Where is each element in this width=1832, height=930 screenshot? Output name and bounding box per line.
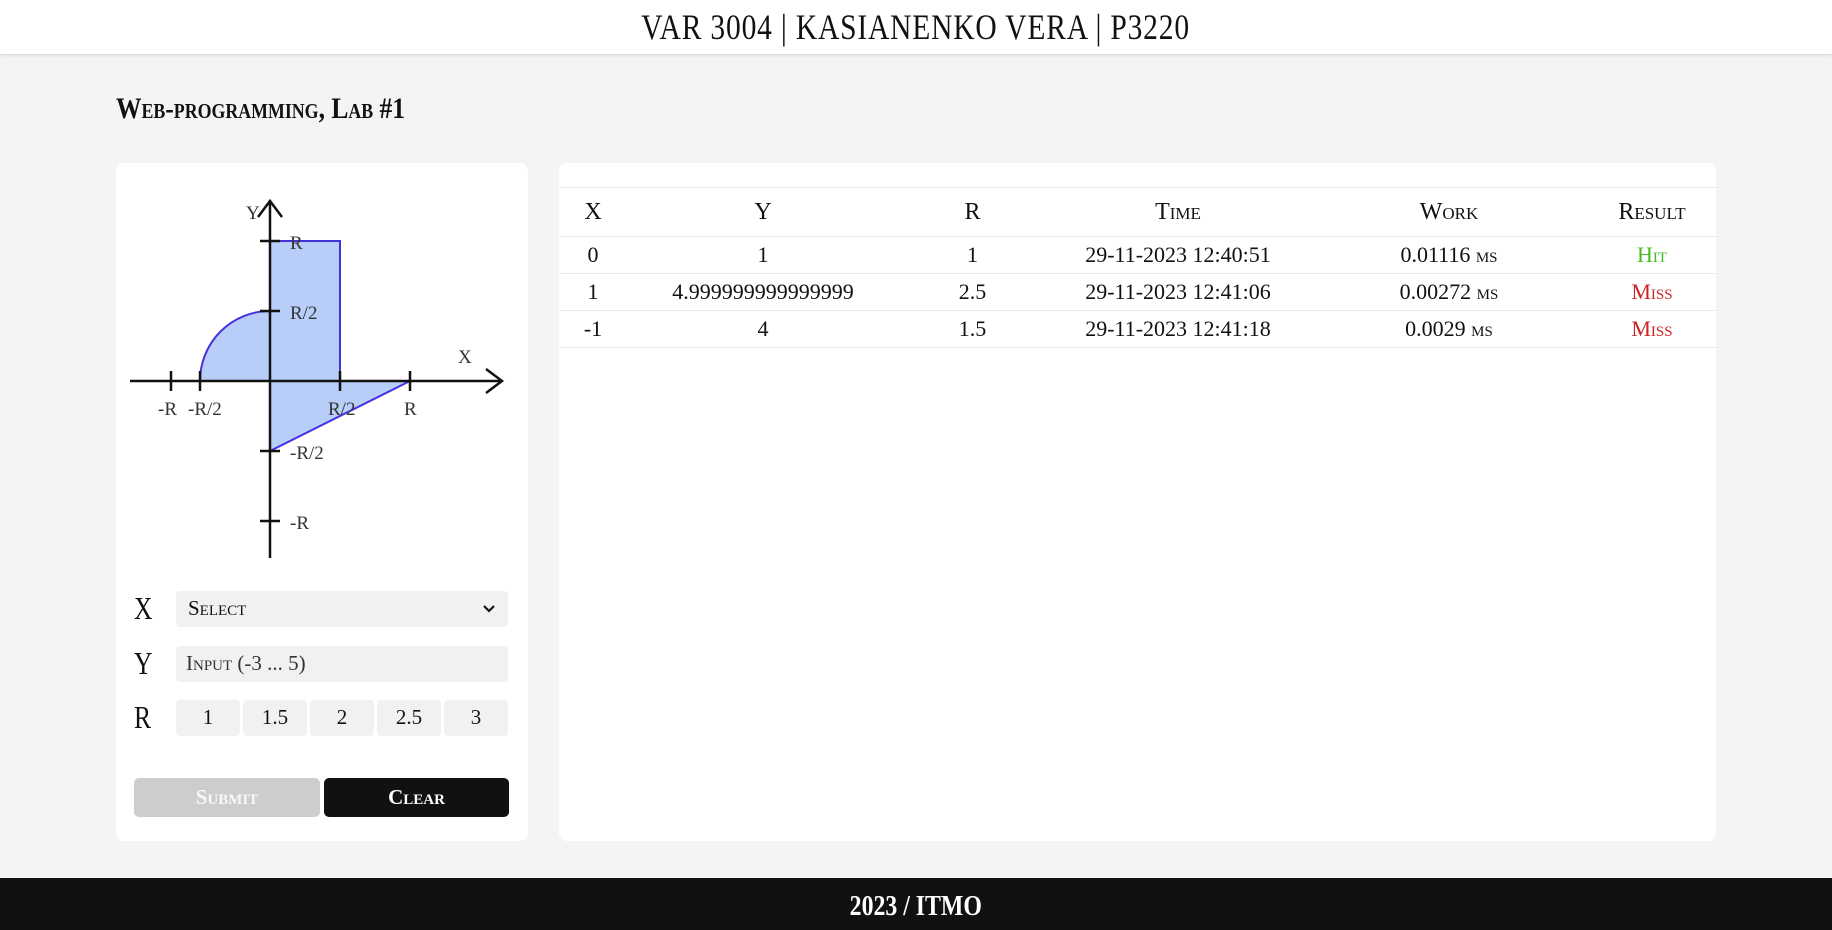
column-header-x: X [559, 187, 627, 237]
y-field-row: Y [134, 645, 508, 682]
cell-time: 29-11-2023 12:41:06 [1046, 273, 1310, 311]
column-header-work: Work [1310, 187, 1588, 237]
r-option-button[interactable]: 1.5 [243, 699, 307, 736]
x-tick-label-half-r: R/2 [328, 399, 355, 420]
x-tick-label-neg-half-r: -R/2 [188, 399, 222, 420]
chevron-down-icon [483, 604, 495, 613]
r-option-button[interactable]: 2 [310, 699, 374, 736]
cell-time: 29-11-2023 12:41:18 [1046, 310, 1310, 348]
y-tick-label-neg-half-r: -R/2 [290, 443, 324, 464]
r-field-row: R 1 1.5 2 2.5 3 [134, 699, 508, 736]
cell-time: 29-11-2023 12:40:51 [1046, 236, 1310, 274]
lab-title: Web-programming, Lab #1 [116, 92, 405, 125]
r-option-button[interactable]: 2.5 [377, 699, 441, 736]
table-header-row: X Y R Time Work Result [559, 187, 1716, 237]
submit-button[interactable]: Submit [134, 778, 320, 817]
column-header-result: Result [1588, 187, 1716, 237]
cell-r: 1.5 [899, 310, 1046, 348]
cell-r: 2.5 [899, 273, 1046, 311]
results-panel: X Y R Time Work Result 0 1 1 29-11-2023 … [559, 163, 1716, 841]
y-input[interactable] [176, 645, 508, 682]
r-field-label: R [134, 699, 152, 735]
results-table: X Y R Time Work Result 0 1 1 29-11-2023 … [559, 187, 1716, 348]
work-value: 0.0029 [1405, 316, 1466, 341]
cell-r: 1 [899, 236, 1046, 274]
cell-y: 4.999999999999999 [627, 273, 899, 311]
table-row: -1 4 1.5 29-11-2023 12:41:18 0.0029 ms M… [559, 310, 1716, 348]
x-tick-label-r: R [404, 399, 417, 420]
r-button-group: 1 1.5 2 2.5 3 [176, 699, 508, 736]
work-unit: ms [1475, 242, 1498, 267]
r-option-button[interactable]: 1 [176, 699, 240, 736]
hit-area [198, 240, 411, 453]
page-footer: 2023 / ITMO [0, 878, 1832, 930]
x-select[interactable]: Select [176, 590, 508, 627]
x-select-value: Select [188, 596, 247, 620]
input-panel: Y X -R -R/2 R/2 R R R/2 -R/2 -R X Select… [116, 163, 528, 841]
cell-work: 0.00272 ms [1310, 273, 1588, 311]
cell-y: 4 [627, 310, 899, 348]
work-unit: ms [1471, 316, 1493, 341]
x-field-row: X Select [134, 590, 508, 627]
cell-x: -1 [559, 310, 627, 348]
area-quarter-circle [198, 309, 271, 382]
y-tick-label-half-r: R/2 [290, 303, 317, 324]
work-value: 0.01116 [1400, 242, 1471, 267]
page-header: VAR 3004 | KASIANENKO VERA | P3220 [0, 0, 1832, 55]
form-actions: Submit Clear [134, 778, 509, 817]
y-tick-label-neg-r: -R [290, 513, 309, 534]
cell-result: Miss [1588, 273, 1716, 311]
cell-work: 0.01116 ms [1310, 236, 1588, 274]
x-field-label: X [134, 590, 153, 626]
r-option-button[interactable]: 3 [444, 699, 508, 736]
y-axis-label: Y [246, 203, 260, 224]
work-value: 0.00272 [1399, 279, 1472, 304]
cell-x: 0 [559, 236, 627, 274]
cell-work: 0.0029 ms [1310, 310, 1588, 348]
cell-result: Hit [1588, 236, 1716, 274]
x-tick-label-neg-r: -R [158, 399, 177, 420]
table-row: 0 1 1 29-11-2023 12:40:51 0.01116 ms Hit [559, 236, 1716, 274]
cell-y: 1 [627, 236, 899, 274]
clear-button[interactable]: Clear [324, 778, 509, 817]
cell-result: Miss [1588, 310, 1716, 348]
y-tick-label-r: R [290, 233, 303, 254]
table-row: 1 4.999999999999999 2.5 29-11-2023 12:41… [559, 273, 1716, 311]
area-graph[interactable]: Y X -R -R/2 R/2 R R R/2 -R/2 -R [130, 183, 514, 573]
x-axis-label: X [458, 347, 472, 368]
cell-x: 1 [559, 273, 627, 311]
column-header-time: Time [1046, 187, 1310, 237]
column-header-y: Y [627, 187, 899, 237]
header-title: VAR 3004 | KASIANENKO VERA | P3220 [641, 7, 1191, 47]
work-unit: ms [1476, 279, 1499, 304]
y-field-label: Y [134, 645, 153, 681]
column-header-r: R [899, 187, 1046, 237]
footer-text: 2023 / ITMO [849, 891, 983, 922]
